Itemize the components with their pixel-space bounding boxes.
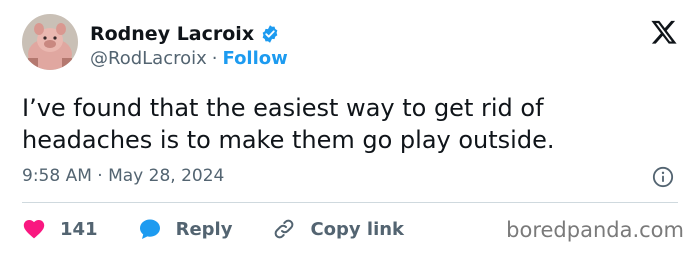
author-handle-row: @RodLacroix · Follow (90, 48, 288, 69)
x-logo-icon[interactable] (650, 18, 678, 46)
like-count: 141 (60, 218, 98, 240)
handle-separator: · (211, 48, 218, 69)
author-display-name[interactable]: Rodney Lacroix (90, 23, 254, 45)
reply-label: Reply (175, 218, 233, 240)
info-icon[interactable] (652, 166, 674, 188)
action-bar: 141 Reply Copy link (22, 213, 444, 245)
verified-badge-icon (260, 24, 280, 44)
author-name-row: Rodney Lacroix (90, 22, 280, 46)
copy-link-button[interactable]: Copy link (272, 217, 404, 241)
follow-button[interactable]: Follow (223, 48, 288, 69)
heart-icon (22, 217, 46, 241)
tweet-text-line-2: headaches is to make them go play outsid… (22, 126, 555, 154)
link-icon (272, 217, 296, 241)
tweet-text-line-1: I’ve found that the easiest way to get r… (22, 94, 544, 122)
like-button[interactable]: 141 (22, 217, 98, 241)
tweet-text: I’ve found that the easiest way to get r… (22, 92, 662, 156)
author-handle[interactable]: @RodLacroix (90, 48, 207, 69)
tweet-timestamp[interactable]: 9:58 AM · May 28, 2024 (22, 166, 224, 186)
copy-link-label: Copy link (310, 218, 405, 240)
avatar[interactable] (22, 14, 78, 70)
divider (22, 202, 678, 203)
reply-button[interactable]: Reply (138, 217, 233, 241)
watermark: boredpanda.com (506, 218, 684, 242)
reply-bubble-icon (138, 217, 162, 241)
tweet-card: Rodney Lacroix @RodLacroix · Follow I’ve… (0, 0, 700, 256)
